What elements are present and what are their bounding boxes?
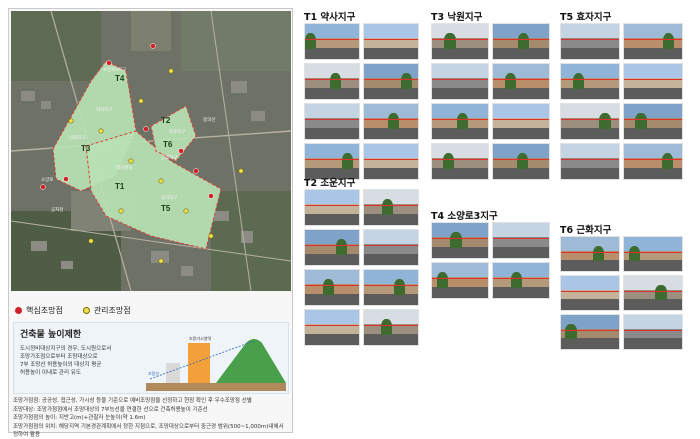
map-graphic: T4 T2 T3 T1 T5 T6 약사지구 조운지구 낙원지구 소양로3지구 …	[11, 11, 291, 291]
street-photo	[304, 23, 360, 60]
street-photo	[363, 63, 419, 100]
street-photo	[623, 103, 683, 140]
legend-core-label: 핵심조망점	[26, 306, 63, 315]
manage-point-icon	[82, 307, 90, 314]
left-panel: T4 T2 T3 T1 T5 T6 약사지구 조운지구 낙원지구 소양로3지구 …	[8, 8, 293, 438]
height-limit-title: 건축물 높이제한	[20, 330, 82, 340]
map-label-1: 약사지구	[96, 106, 113, 113]
diagram-label-building: 조망가시영역	[189, 335, 211, 341]
legend-manage: 관리조망점	[82, 305, 131, 316]
street-photo	[431, 23, 489, 60]
aerial-map: T4 T2 T3 T1 T5 T6 약사지구 조운지구 낙원지구 소양로3지구 …	[11, 11, 291, 291]
street-photo	[492, 23, 550, 60]
height-limit-line: 조망가조점으로부터 조망대상으로	[20, 354, 98, 360]
street-photo	[363, 229, 419, 266]
zone-label-t6: T6	[163, 140, 173, 149]
street-photo	[623, 236, 683, 272]
notes: 조망가점점: 공공성, 접근성, 가시성 등을 기준으로 예비조망점을 선정하고…	[13, 397, 289, 439]
note-line: 조망가점점의 위치: 해당지역 기본경관계획에서 정한 지점으로, 조망대상으로…	[13, 423, 284, 439]
street-photo	[623, 275, 683, 311]
district-title-t6: T6 근화지구	[560, 225, 612, 236]
street-photo	[560, 236, 620, 272]
note-line: 조망가점점: 공공성, 접근성, 가시성 등을 기준으로 예비조망점을 선정하고…	[13, 398, 252, 404]
core-point-icon	[15, 307, 22, 314]
street-photo	[623, 63, 683, 100]
map-label-4: 소양로3지구	[103, 66, 126, 73]
street-photo	[363, 143, 419, 180]
map-label-8: 약사명동	[116, 164, 133, 171]
street-photo	[623, 23, 683, 60]
street-photo	[492, 143, 550, 180]
height-limit-line: 도시정비대상지구의 경우, 도시원으로서	[20, 346, 112, 352]
height-limit-line: 허용높이 이내로 관리 유도	[20, 370, 81, 376]
map-label-2: 조운지구	[169, 128, 186, 135]
street-photo	[492, 63, 550, 100]
street-photo	[431, 262, 489, 299]
zone-label-t2: T2	[161, 116, 171, 125]
street-photo	[431, 143, 489, 180]
zone-label-t5: T5	[161, 204, 171, 213]
street-photo	[304, 189, 360, 226]
street-photo	[431, 63, 489, 100]
street-photo	[623, 143, 683, 180]
map-label-9: 소양로	[41, 176, 53, 182]
photo-grid-t6	[560, 236, 683, 350]
district-title-t4: T4 소양로3지구	[431, 211, 498, 222]
street-photo	[560, 314, 620, 350]
zone-label-t1: T1	[115, 182, 125, 191]
street-photo	[304, 103, 360, 140]
district-title-t2: T2 조운지구	[304, 178, 356, 189]
map-label-6: 근화지구	[161, 154, 178, 161]
photo-grid-t5	[560, 23, 683, 180]
street-photo	[560, 143, 620, 180]
street-photo	[363, 189, 419, 226]
legend-core: 핵심조망점	[15, 305, 63, 316]
height-limit-line: 7부 조망선 허용높이의 대상지 평균	[20, 362, 102, 368]
street-photo	[363, 103, 419, 140]
street-photo	[492, 262, 550, 299]
height-limit-box: 건축물 높이제한 도시정비대상지구의 경우, 도시원으로서 조망가조점으로부터 …	[13, 322, 289, 394]
district-title-t5: T5 효자지구	[560, 12, 612, 23]
note-line: 조망대상: 조망가점점에서 조망대상의 7부능선을 연결한 선으로 건축허용높이…	[13, 406, 208, 413]
street-photo	[304, 269, 360, 306]
photo-grid-t2	[304, 189, 419, 346]
legend-manage-label: 관리조망점	[93, 306, 131, 315]
height-limit-diagram: 조망가시영역 조망선	[146, 329, 286, 391]
zone-label-t4: T4	[115, 74, 125, 83]
street-photo	[492, 103, 550, 140]
photo-grid-t4	[431, 222, 550, 299]
street-photo	[560, 63, 620, 100]
photo-grid-t1	[304, 23, 419, 180]
street-photo	[363, 309, 419, 346]
zone-label-t3: T3	[81, 144, 91, 153]
note-line: 조망가점점의 높이: 지반고(m)+관찰자 눈높이(약 1.6m)	[13, 415, 146, 421]
map-label-5: 효자지구	[161, 194, 178, 201]
height-limit-text: 도시정비대상지구의 경우, 도시원으로서 조망가조점으로부터 조망대상으로 7부…	[20, 345, 160, 377]
diagram-label-line: 조망선	[148, 370, 159, 376]
street-photo	[560, 23, 620, 60]
street-photo	[560, 275, 620, 311]
street-photo	[304, 309, 360, 346]
map-label-7: 봉의산	[203, 116, 215, 123]
district-title-t3: T3 낙원지구	[431, 12, 483, 23]
street-photo	[363, 269, 419, 306]
street-photo	[560, 103, 620, 140]
street-photo	[304, 229, 360, 266]
photo-grid-t3	[431, 23, 550, 180]
district-title-t1: T1 약사지구	[304, 12, 356, 23]
street-photo	[431, 222, 489, 259]
street-photo	[623, 314, 683, 350]
street-photo	[304, 63, 360, 100]
map-legend: 핵심조망점 관리조망점	[15, 305, 131, 316]
street-photo	[431, 103, 489, 140]
street-photo	[492, 222, 550, 259]
street-photo	[363, 23, 419, 60]
map-label-3: 낙원지구	[69, 134, 86, 141]
map-label-10: 공지천	[51, 206, 63, 213]
